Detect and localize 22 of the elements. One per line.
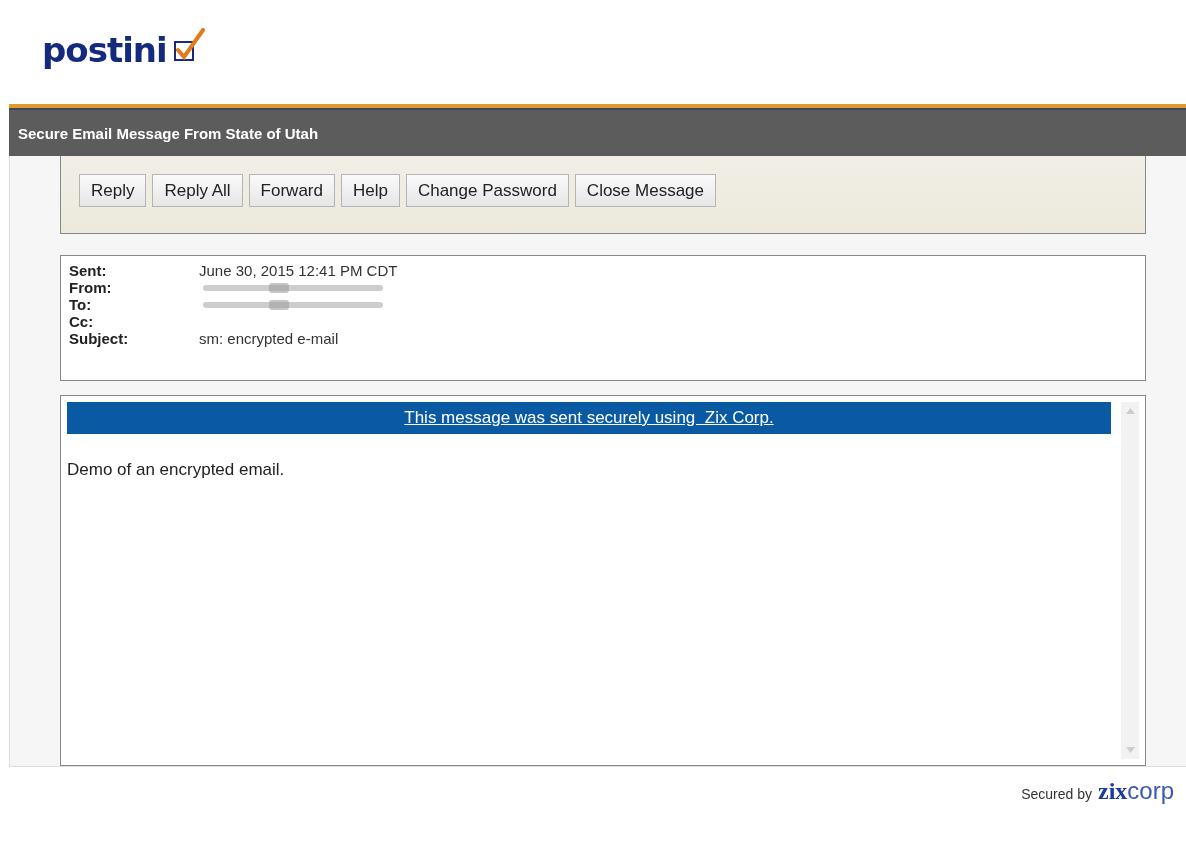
toolbar-button[interactable]: Reply [79,174,147,207]
header-label: Subject: [69,330,130,347]
zixcorp-logo: zixcorp [1098,777,1174,805]
secured-by-text: Secured by [1021,786,1092,802]
toolbar-button[interactable]: Forward [248,174,335,207]
scroll-down-icon[interactable] [1125,747,1135,753]
postini-logo: postini [42,30,167,70]
header-value: sm: encrypted e-mail [199,330,339,347]
scrollbar[interactable] [1121,402,1139,759]
scroll-up-icon[interactable] [1125,408,1135,414]
header-label: Cc: [69,313,95,330]
message-body: Demo of an encrypted email. [67,460,286,480]
toolbar-button[interactable]: Change Password [405,174,569,207]
header-label: From: [69,279,113,296]
toolbar-button[interactable]: Help [340,174,400,207]
toolbar-button[interactable]: Reply All [152,174,243,207]
window-title: Secure Email Message From State of Utah [18,124,319,142]
zix-link[interactable]: This message was sent securely using Zix Corp. [404,408,774,428]
header-label: Sent: [69,262,108,279]
header-value: June 30, 2015 12:41 PM CDT [199,262,398,279]
toolbar-button[interactable]: Close Message [574,174,717,207]
header-label: To: [69,296,93,313]
